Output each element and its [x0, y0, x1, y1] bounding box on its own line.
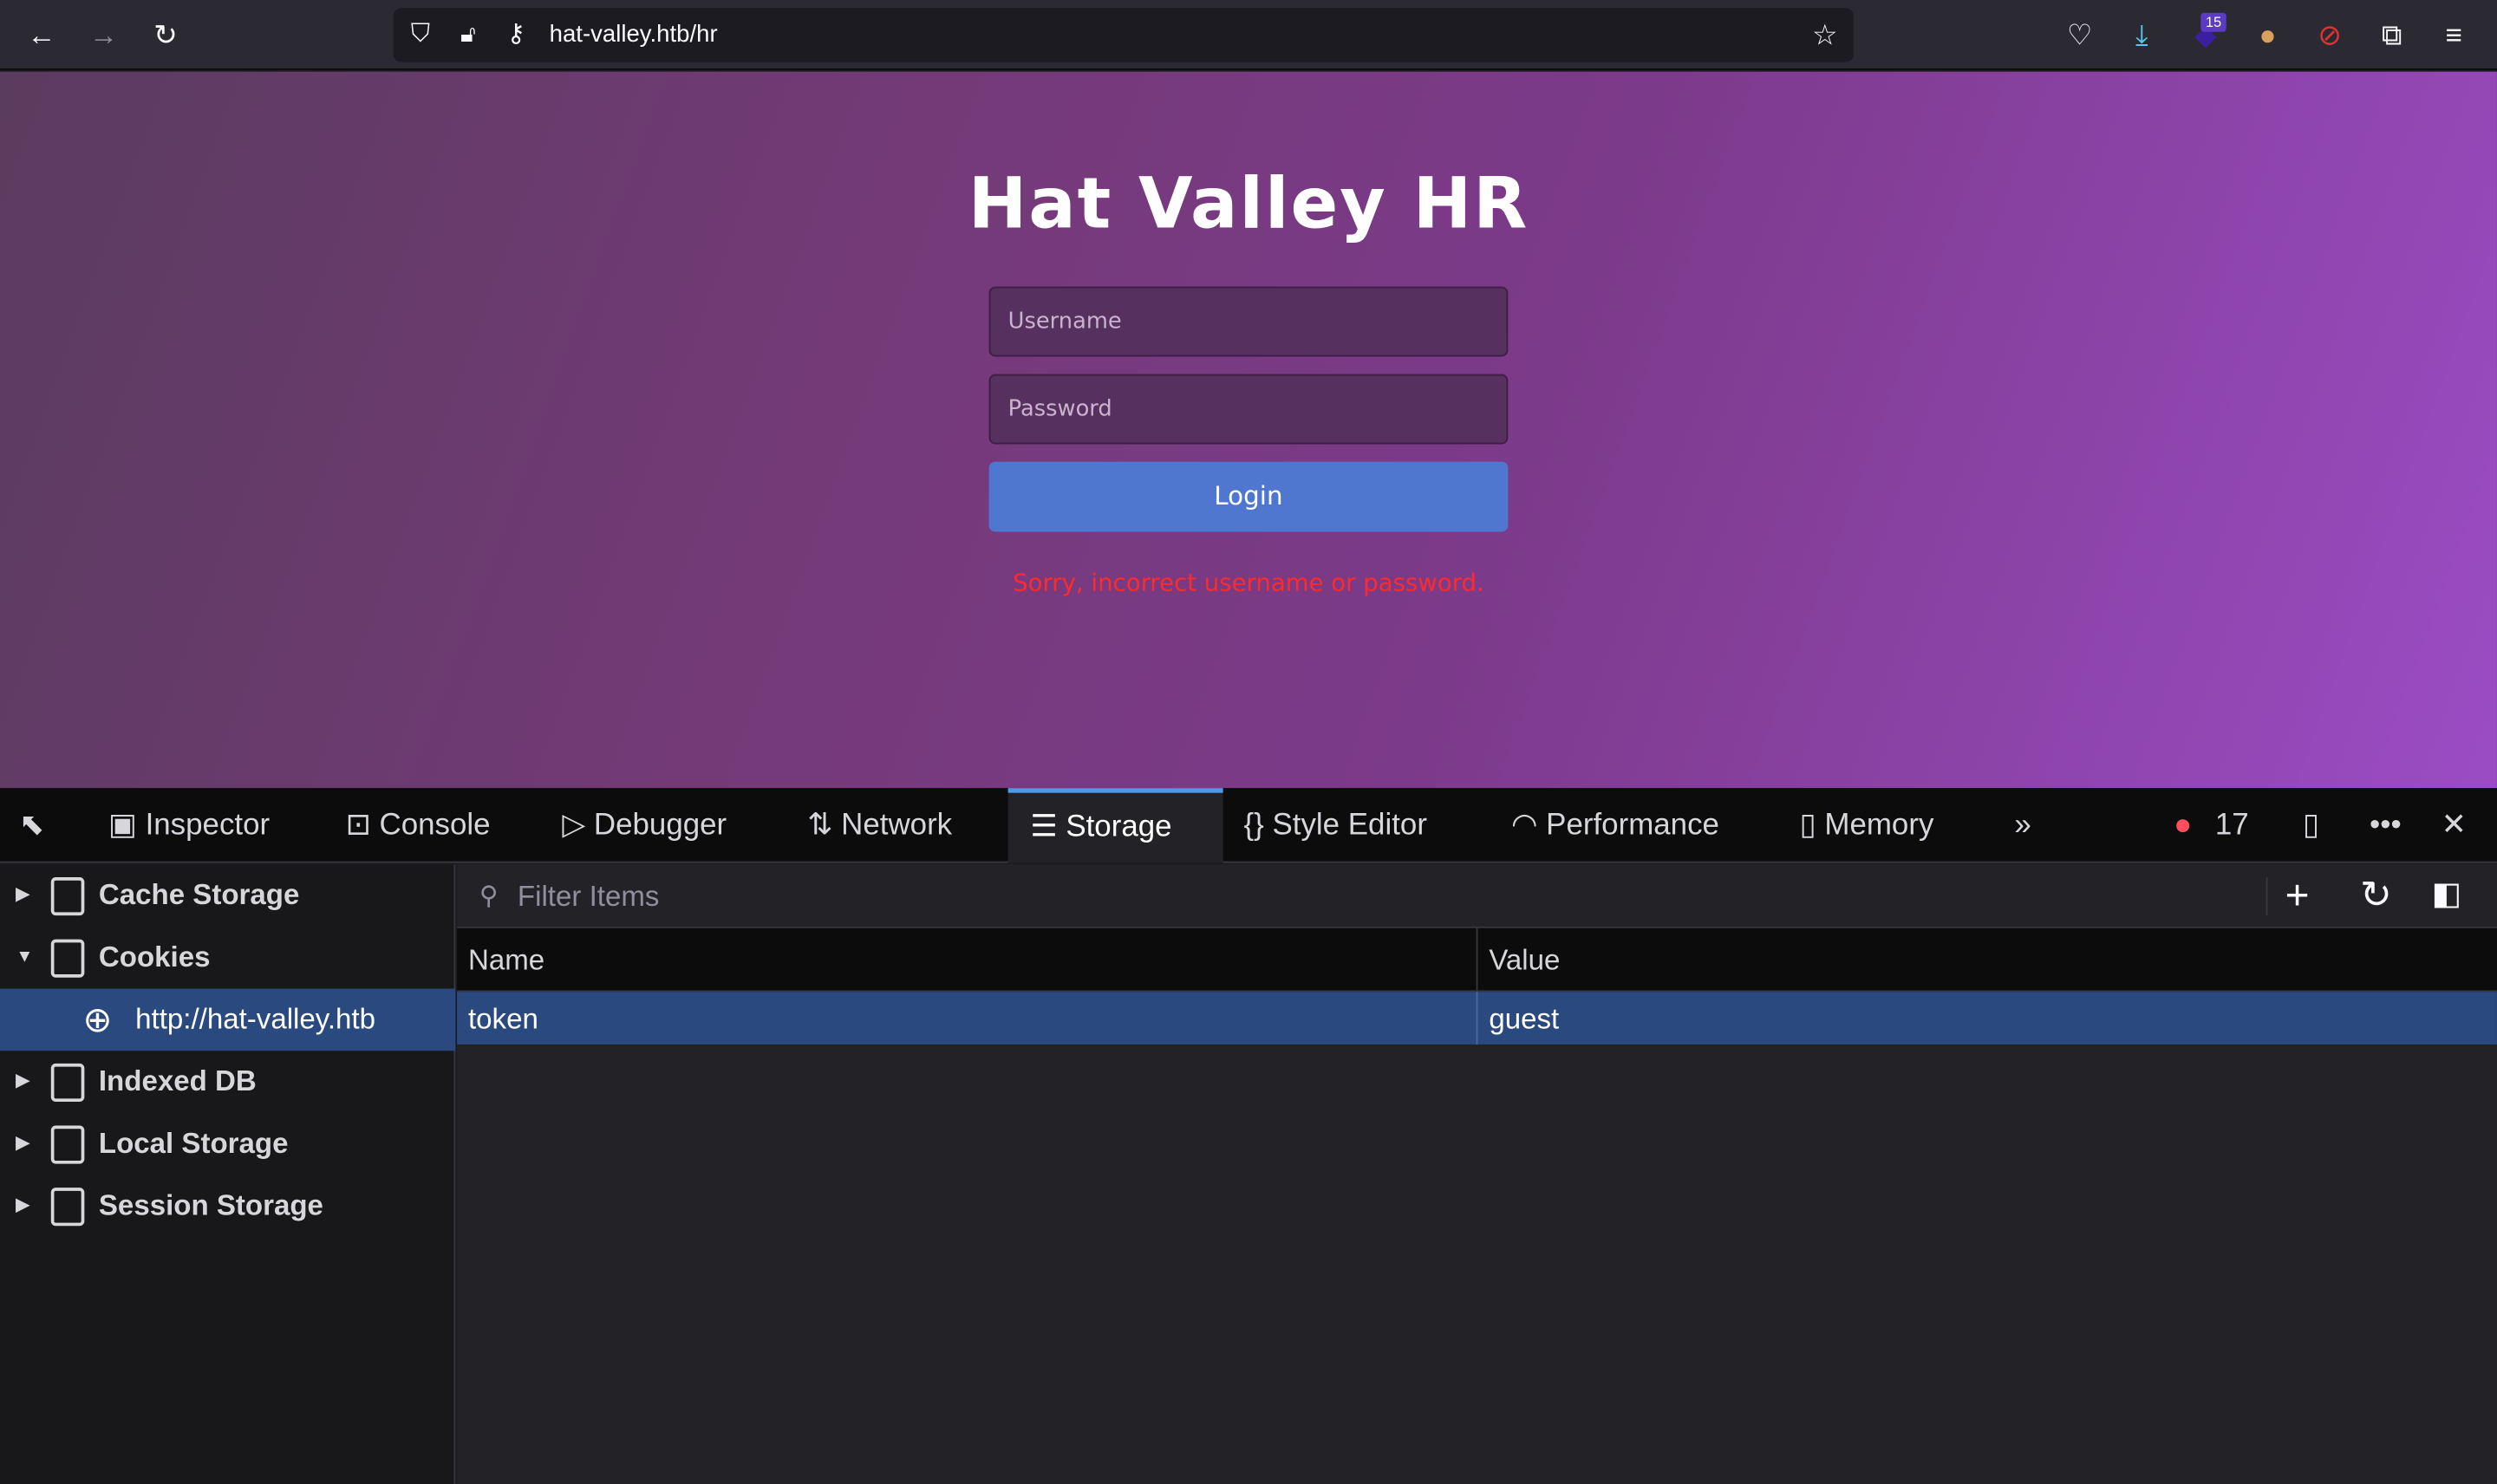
error-icon[interactable]: ● — [2174, 788, 2192, 862]
sidebar-item-cookie-host[interactable]: ⊕ http://hat-valley.htb — [0, 988, 456, 1051]
page-title: Hat Valley HR — [968, 164, 1529, 245]
username-field[interactable]: Username — [988, 286, 1509, 357]
storage-icon — [50, 1063, 85, 1102]
tab-label: Style Editor — [1272, 809, 1427, 843]
column-divider — [1476, 992, 1478, 1045]
filter-icon: ⚲ — [479, 883, 499, 911]
browser-toolbar: ← → ↻ ⛉ 🔓︎ ⚷ hat-valley.htb/hr ☆ ♡ ⤓ ◆ 1… — [0, 0, 2497, 70]
error-count[interactable]: 17 — [2215, 788, 2249, 862]
tab-performance[interactable]: ◠ Performance — [1511, 788, 1719, 862]
web-page: Hat Valley HR Username Password Login So… — [0, 71, 2497, 789]
back-icon[interactable]: ← — [24, 19, 59, 51]
globe-icon: ⊕ — [82, 999, 113, 1040]
storage-table-panel: ⚲ Filter Items + ↻ ◧ Name Value token gu… — [457, 864, 2497, 1484]
table-header: Name Value — [457, 928, 2497, 993]
divider — [2266, 877, 2268, 916]
more-options-icon[interactable]: ••• — [2370, 788, 2402, 862]
blocked-fox-icon[interactable]: ⊘ — [2312, 19, 2347, 51]
tab-inspector[interactable]: ▣ Inspector — [108, 788, 270, 862]
sidebar-item-cookies[interactable]: ▼ Cookies — [0, 927, 455, 989]
responsive-mode-icon[interactable]: ▯ — [2303, 788, 2319, 862]
expand-arrow-icon[interactable]: ▶ — [16, 1051, 29, 1113]
tab-style-editor[interactable]: {} Style Editor — [1243, 788, 1426, 862]
filter-input[interactable]: Filter Items — [518, 881, 659, 914]
more-tabs-icon[interactable]: » — [2014, 788, 2031, 862]
filter-bar: ⚲ Filter Items + ↻ ◧ — [457, 864, 2497, 928]
column-header-value[interactable]: Value — [1489, 944, 1560, 978]
error-message: Sorry, incorrect username or password. — [1013, 568, 1484, 597]
sidebar-label: Cookies — [98, 941, 211, 973]
lock-warning-icon[interactable]: 🔓︎ — [451, 19, 486, 51]
refresh-icon[interactable]: ↻ — [2360, 873, 2392, 919]
expand-arrow-icon[interactable]: ▶ — [16, 864, 29, 927]
tab-label: Performance — [1546, 809, 1719, 843]
storage-sidebar: ▶ Cache Storage ▼ Cookies ⊕ http://hat-vall… — [0, 864, 456, 1484]
element-picker-icon[interactable]: ⬉ — [19, 788, 44, 862]
sidebar-item-indexed-db[interactable]: ▶ Indexed DB — [0, 1051, 455, 1113]
extension-badge: 15 — [2200, 12, 2226, 32]
sidebar-label: http://hat-valley.htb — [135, 1003, 376, 1035]
tab-label: Memory — [1824, 809, 1934, 843]
close-icon[interactable]: ✕ — [2442, 788, 2467, 862]
devtools-toolbar: ⬉ ▣ Inspector ⊡ Console ▷ Debugger ⇅ Net… — [0, 788, 2497, 863]
sidebar-label: Cache Storage — [98, 878, 300, 911]
password-field[interactable]: Password — [988, 374, 1509, 445]
sidebar-label: Local Storage — [98, 1127, 289, 1160]
sidebar-label: Indexed DB — [98, 1064, 257, 1097]
download-icon[interactable]: ⤓ — [2124, 19, 2159, 51]
tab-label: Inspector — [145, 809, 271, 843]
sidebar-item-cache-storage[interactable]: ▶ Cache Storage — [0, 864, 455, 927]
toggle-sidebar-icon[interactable]: ◧ — [2432, 874, 2462, 914]
tab-network[interactable]: ⇅ Network — [807, 788, 952, 862]
add-item-icon[interactable]: + — [2285, 871, 2310, 921]
tab-debugger[interactable]: ▷ Debugger — [562, 788, 727, 862]
tab-console[interactable]: ⊡ Console — [346, 788, 491, 862]
tab-memory[interactable]: ▯ Memory — [1799, 788, 1933, 862]
cookie-icon[interactable]: ● — [2250, 19, 2285, 51]
sidebar-item-session-storage[interactable]: ▶ Session Storage — [0, 1175, 455, 1237]
storage-icon — [50, 939, 85, 978]
storage-icon — [50, 1125, 85, 1164]
cookie-value[interactable]: guest — [1489, 1003, 1559, 1037]
address-bar[interactable]: ⛉ 🔓︎ ⚷ hat-valley.htb/hr ☆ — [393, 8, 1854, 62]
tab-storage[interactable]: ☰ Storage — [1007, 788, 1223, 863]
sidebar-label: Session Storage — [98, 1189, 323, 1221]
tab-label: Storage — [1066, 810, 1172, 844]
pocket-icon[interactable]: ♡ — [2063, 19, 2097, 51]
forward-icon[interactable]: → — [86, 19, 121, 51]
star-icon[interactable]: ☆ — [1808, 19, 1842, 51]
expand-arrow-icon[interactable]: ▶ — [16, 1113, 29, 1175]
collapse-arrow-icon[interactable]: ▼ — [16, 927, 33, 989]
tab-label: Network — [841, 809, 953, 843]
cookie-name[interactable]: token — [468, 1003, 538, 1037]
column-divider[interactable] — [1476, 928, 1478, 993]
expand-arrow-icon[interactable]: ▶ — [16, 1175, 29, 1237]
puzzle-icon[interactable]: ⧉ — [2375, 19, 2409, 51]
column-header-name[interactable]: Name — [468, 944, 544, 978]
login-button[interactable]: Login — [988, 461, 1509, 532]
storage-icon — [50, 1188, 85, 1227]
storage-icon — [50, 877, 85, 916]
reload-icon[interactable]: ↻ — [148, 19, 183, 51]
menu-icon[interactable]: ≡ — [2436, 19, 2471, 51]
shield-icon[interactable]: ⛉ — [403, 19, 438, 51]
tab-label: Debugger — [593, 809, 727, 843]
url-text[interactable]: hat-valley.htb/hr — [550, 21, 718, 48]
table-row[interactable]: token guest — [457, 992, 2497, 1045]
tab-label: Console — [379, 809, 491, 843]
key-icon[interactable]: ⚷ — [499, 19, 533, 51]
sidebar-item-local-storage[interactable]: ▶ Local Storage — [0, 1113, 455, 1175]
